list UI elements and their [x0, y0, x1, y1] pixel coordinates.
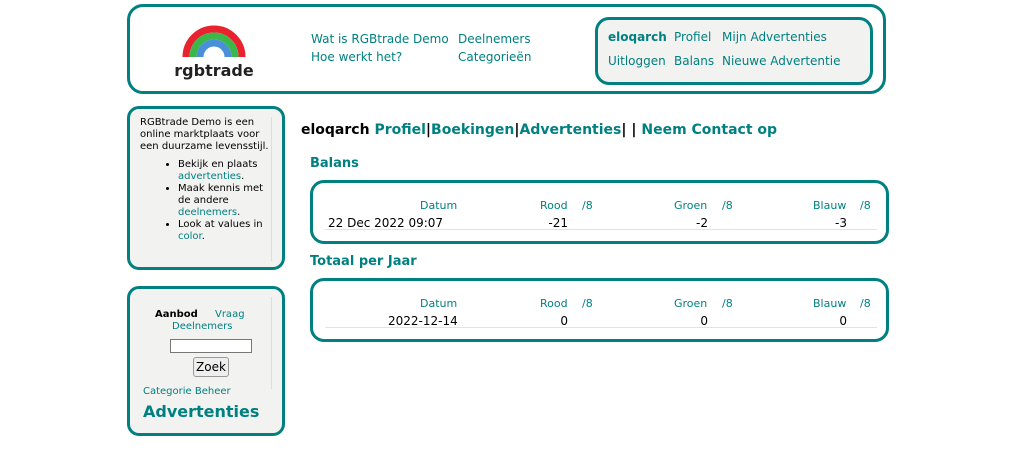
cell-datum: 22 Dec 2022 09:07	[328, 216, 444, 230]
logo-text: rgbtrade	[174, 61, 254, 80]
link-color[interactable]: color	[178, 231, 202, 242]
title-link-boekingen[interactable]: Boekingen	[431, 122, 514, 138]
site-header: rgbtrade Wat is RGBtrade Demo Hoe werkt …	[127, 4, 886, 94]
header-nav-secondary: Deelnemers Categorieën	[458, 30, 531, 66]
tab-deelnemers[interactable]: Deelnemers	[172, 321, 233, 332]
sidebar-info-content: RGBtrade Demo is een online marktplaats …	[140, 117, 272, 261]
search-input[interactable]	[170, 339, 252, 353]
nav-deelnemers[interactable]: Deelnemers	[458, 32, 531, 46]
user-menu: eloqarch Profiel Mijn Advertenties Uitlo…	[595, 17, 873, 85]
nav-hoe-werkt[interactable]: Hoe werkt het?	[311, 50, 402, 64]
list-item: Bekijk en plaats advertenties.	[178, 159, 271, 183]
col-header-blauw[interactable]: Blauw	[813, 297, 846, 310]
list-item: Look at values in color.	[178, 219, 271, 243]
user-mijn-advertenties-link[interactable]: Mijn Advertenties	[722, 30, 827, 44]
list-item-text: Bekijk en plaats	[178, 159, 258, 170]
user-balans-link[interactable]: Balans	[674, 54, 714, 68]
col-header-datum[interactable]: Datum	[420, 199, 457, 212]
col-header-groen-div: /8	[722, 199, 733, 212]
list-item-text: Look at values in	[178, 219, 263, 230]
cell-blauw: 0	[839, 314, 847, 328]
categorie-beheer-link[interactable]: Categorie Beheer	[143, 386, 231, 397]
row-divider	[325, 229, 877, 230]
row-divider	[325, 327, 877, 328]
col-header-rood[interactable]: Rood	[540, 199, 568, 212]
period: .	[201, 231, 205, 242]
sidebar-intro-text: RGBtrade Demo is een online marktplaats …	[140, 117, 269, 152]
title-link-profiel[interactable]: Profiel	[374, 122, 425, 138]
rainbow-icon	[182, 25, 246, 57]
search-tabs: Aanbod Vraag	[155, 309, 245, 320]
search-panel: Aanbod Vraag Deelnemers Zoek	[140, 297, 272, 389]
nav-categorieen[interactable]: Categorieën	[458, 50, 531, 64]
zoek-button[interactable]: Zoek	[193, 357, 229, 377]
separator: |	[631, 122, 637, 138]
period: .	[241, 171, 245, 182]
col-header-blauw-div: /8	[860, 297, 871, 310]
logo[interactable]: rgbtrade	[174, 17, 254, 85]
header-nav-primary: Wat is RGBtrade Demo Hoe werkt het?	[311, 30, 449, 66]
sidebar-search-box: Aanbod Vraag Deelnemers Zoek Categorie B…	[127, 286, 285, 436]
user-uitloggen-link[interactable]: Uitloggen	[608, 54, 666, 68]
link-deelnemers[interactable]: deelnemers	[178, 207, 237, 218]
period: .	[237, 207, 241, 218]
nav-wat-is[interactable]: Wat is RGBtrade Demo	[311, 32, 449, 46]
col-header-rood-div: /8	[582, 199, 593, 212]
sidebar-info-box: RGBtrade Demo is een online marktplaats …	[127, 106, 285, 270]
tab-aanbod[interactable]: Aanbod	[155, 309, 198, 320]
cell-rood: 0	[560, 314, 568, 328]
user-profiel-link[interactable]: Profiel	[674, 30, 711, 44]
col-header-blauw-div: /8	[860, 199, 871, 212]
separator: |	[621, 122, 627, 138]
link-advertenties[interactable]: advertenties	[178, 171, 241, 182]
advertenties-heading: Advertenties	[143, 402, 260, 421]
col-header-datum[interactable]: Datum	[420, 297, 457, 310]
user-name-link[interactable]: eloqarch	[608, 30, 667, 44]
list-item-text: Maak kennis met de andere	[178, 183, 264, 206]
totaal-heading: Totaal per Jaar	[310, 254, 417, 269]
list-item: Maak kennis met de andere deelnemers.	[178, 183, 271, 219]
cell-groen: -2	[696, 216, 708, 230]
cell-datum: 2022-12-14	[388, 314, 458, 328]
col-header-rood-div: /8	[582, 297, 593, 310]
col-header-groen[interactable]: Groen	[674, 297, 707, 310]
user-nieuwe-advertentie-link[interactable]: Nieuwe Advertentie	[722, 54, 840, 68]
cell-groen: 0	[700, 314, 708, 328]
col-header-blauw[interactable]: Blauw	[813, 199, 846, 212]
balans-heading: Balans	[310, 156, 359, 171]
sidebar-info-list: Bekijk en plaats advertenties. Maak kenn…	[140, 159, 271, 243]
col-header-groen[interactable]: Groen	[674, 199, 707, 212]
balans-table: Datum Rood /8 Groen /8 Blauw /8 22 Dec 2…	[310, 180, 889, 244]
title-link-contact[interactable]: Neem Contact op	[641, 122, 777, 138]
cell-blauw: -3	[835, 216, 847, 230]
title-link-advertenties[interactable]: Advertenties	[520, 122, 622, 138]
col-header-rood[interactable]: Rood	[540, 297, 568, 310]
tab-vraag[interactable]: Vraag	[215, 309, 245, 320]
page-title-user: eloqarch	[301, 122, 370, 138]
cell-rood: -21	[548, 216, 568, 230]
page-title: eloqarch Profiel|Boekingen|Advertenties|…	[301, 122, 777, 138]
totaal-table: Datum Rood /8 Groen /8 Blauw /8 2022-12-…	[310, 278, 889, 342]
col-header-groen-div: /8	[722, 297, 733, 310]
